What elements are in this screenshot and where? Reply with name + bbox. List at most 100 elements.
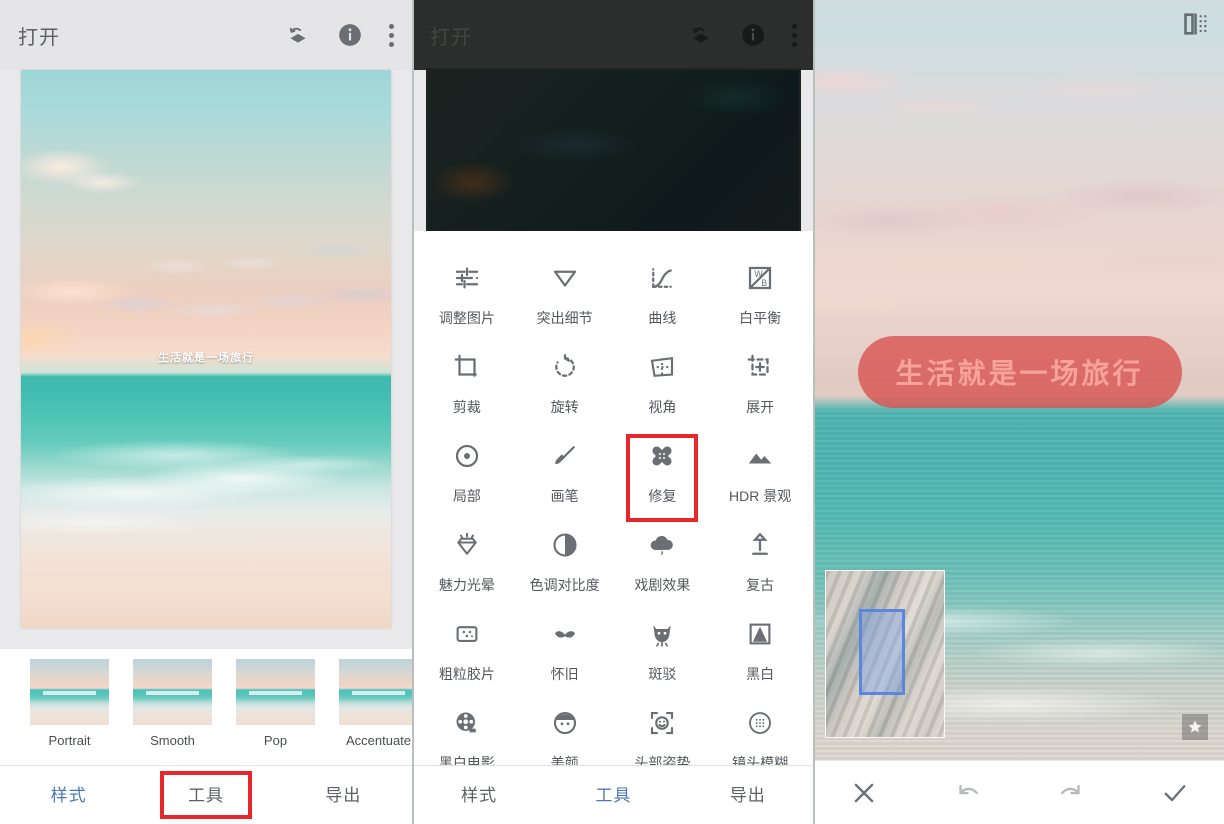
- compare-split-icon[interactable]: [1182, 10, 1210, 38]
- tool-label: 展开: [746, 399, 775, 415]
- tool-glamour-glow[interactable]: 魅力光晕: [418, 524, 516, 613]
- undo-icon[interactable]: [953, 778, 983, 808]
- tool-drama[interactable]: 戏剧效果: [614, 524, 712, 613]
- layers-revert-icon[interactable]: [285, 22, 311, 48]
- tool-brush[interactable]: 画笔: [516, 435, 614, 524]
- tool-label: 突出细节: [536, 310, 593, 326]
- tool-healing[interactable]: 修复: [614, 435, 712, 524]
- style-thumbnail: [133, 659, 212, 725]
- white-balance-icon: W B: [743, 261, 777, 295]
- black-white-icon: [743, 617, 777, 651]
- style-thumbnail-strip[interactable]: Portrait Smooth Pop Accentuate Faded Gl: [0, 649, 412, 765]
- mid-tabbar: 样式 工具 导出: [412, 765, 815, 824]
- hdr-scape-icon: [743, 439, 777, 473]
- tool-label: 剪裁: [452, 399, 481, 415]
- left-open-label[interactable]: 打开: [18, 21, 60, 50]
- overflow-menu-icon[interactable]: [792, 23, 797, 47]
- healing-selection-rect[interactable]: [859, 609, 905, 695]
- style-thumbnail: [236, 659, 315, 725]
- tool-tonal-contrast[interactable]: 色调对比度: [516, 524, 614, 613]
- tool-tune-image[interactable]: 调整图片: [418, 257, 516, 346]
- style-thumbnail: [339, 659, 412, 725]
- tab-styles[interactable]: 样式: [0, 766, 137, 824]
- mid-appbar-actions: [688, 22, 797, 48]
- info-icon[interactable]: [337, 22, 363, 48]
- tool-label: 戏剧效果: [634, 577, 691, 593]
- brush-icon: [548, 439, 582, 473]
- tool-hdr-scape[interactable]: HDR 景观: [711, 435, 809, 524]
- layers-revert-icon[interactable]: [688, 22, 714, 48]
- style-label: Smooth: [150, 733, 195, 748]
- mid-appbar: 打开: [412, 0, 815, 70]
- tab-tools[interactable]: 工具: [546, 766, 680, 824]
- style-item[interactable]: Smooth: [133, 659, 212, 748]
- tonal-contrast-icon: [548, 528, 582, 562]
- redo-icon[interactable]: [1056, 778, 1086, 808]
- tool-label: HDR 景观: [729, 488, 792, 504]
- tool-rotate[interactable]: 旋转: [516, 346, 614, 435]
- tool-grainy-film[interactable]: 粗粒胶片: [418, 613, 516, 702]
- style-item[interactable]: Pop: [236, 659, 315, 748]
- tool-label: 怀旧: [550, 666, 579, 682]
- tool-details[interactable]: 突出细节: [516, 257, 614, 346]
- tool-label: 斑驳: [648, 666, 677, 682]
- style-item[interactable]: Portrait: [30, 659, 109, 748]
- panel-right-healing-view: 生活就是一场旅行: [815, 0, 1224, 824]
- tool-label: 旋转: [550, 399, 579, 415]
- tool-head-pose[interactable]: 头部姿势: [614, 702, 712, 765]
- check-icon[interactable]: [1160, 778, 1190, 808]
- overflow-menu-icon[interactable]: [389, 23, 394, 47]
- magnifier-preview: [825, 570, 945, 738]
- style-label: Accentuate: [345, 733, 412, 748]
- tool-black-white[interactable]: 黑白: [711, 613, 809, 702]
- face-enhance-icon: [548, 706, 582, 740]
- tool-expand[interactable]: 展开: [711, 346, 809, 435]
- tab-export[interactable]: 导出: [681, 766, 815, 824]
- info-icon[interactable]: [740, 22, 766, 48]
- noir-icon: [450, 706, 484, 740]
- tool-label: 粗粒胶片: [438, 666, 495, 682]
- tool-label: 白平衡: [739, 310, 782, 326]
- head-pose-icon: [645, 706, 679, 740]
- tool-noir[interactable]: 黑白电影: [418, 702, 516, 765]
- mid-open-label[interactable]: 打开: [430, 21, 472, 50]
- tab-styles[interactable]: 样式: [412, 766, 546, 824]
- details-icon: [548, 261, 582, 295]
- healing-icon: [645, 439, 679, 473]
- panel-divider: [412, 0, 414, 824]
- tool-retrolux[interactable]: 怀旧: [516, 613, 614, 702]
- left-appbar-actions: [285, 22, 394, 48]
- tool-label: 曲线: [648, 310, 677, 326]
- selective-icon: [450, 439, 484, 473]
- tool-curves[interactable]: 曲线: [614, 257, 712, 346]
- tool-label: 黑白电影: [438, 755, 495, 765]
- close-icon[interactable]: [849, 778, 879, 808]
- star-icon[interactable]: [1182, 714, 1208, 740]
- rotate-icon: [548, 350, 582, 384]
- curves-icon: [645, 261, 679, 295]
- perspective-icon: [645, 350, 679, 384]
- tool-label: 局部: [452, 488, 481, 504]
- tool-perspective[interactable]: 视角: [614, 346, 712, 435]
- tool-lens-blur[interactable]: 镜头模糊: [711, 702, 809, 765]
- style-label: Pop: [263, 733, 288, 748]
- tool-face-enhance[interactable]: 美颜: [516, 702, 614, 765]
- mid-photo-preview-dimmed[interactable]: [428, 70, 799, 240]
- style-item[interactable]: Accentuate: [339, 659, 412, 748]
- tab-export[interactable]: 导出: [275, 766, 412, 824]
- vintage-icon: [743, 528, 777, 562]
- svg-text:B: B: [761, 278, 767, 288]
- grainy-film-icon: [450, 617, 484, 651]
- tool-crop[interactable]: 剪裁: [418, 346, 516, 435]
- left-appbar: 打开: [0, 0, 412, 70]
- tool-label: 色调对比度: [529, 577, 600, 593]
- lens-blur-icon: [743, 706, 777, 740]
- tool-vintage[interactable]: 复古: [711, 524, 809, 613]
- tool-white-balance[interactable]: W B 白平衡: [711, 257, 809, 346]
- tool-selective[interactable]: 局部: [418, 435, 516, 524]
- crop-icon: [450, 350, 484, 384]
- left-photo-preview[interactable]: 生活就是一场旅行: [21, 70, 391, 628]
- glamour-glow-icon: [450, 528, 484, 562]
- tool-grunge[interactable]: 斑驳: [614, 613, 712, 702]
- tab-tools[interactable]: 工具: [137, 766, 274, 824]
